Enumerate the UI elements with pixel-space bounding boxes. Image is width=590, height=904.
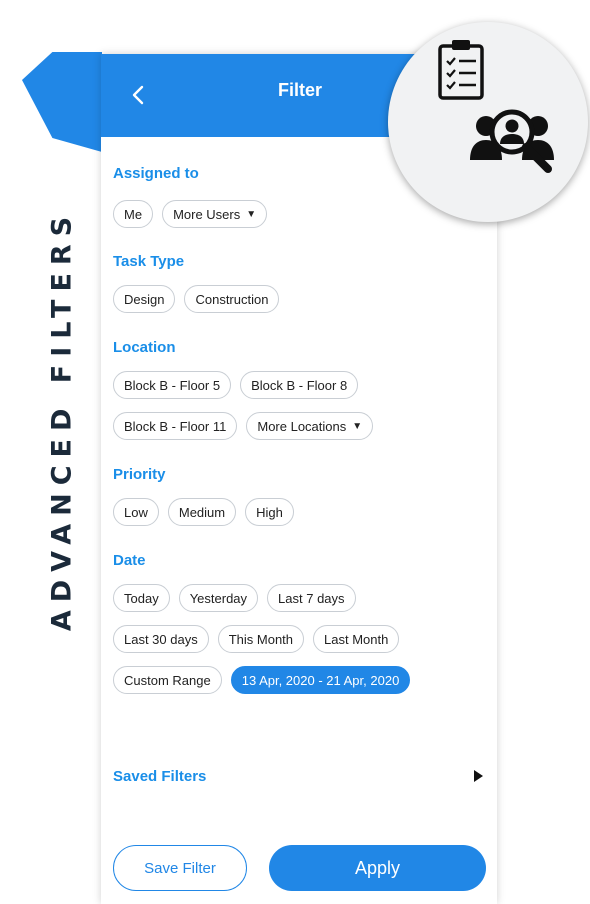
task-type-label: Task Type (113, 253, 185, 270)
chip-selected-date-range[interactable]: 13 Apr, 2020 - 21 Apr, 2020 (230, 666, 411, 694)
caret-down-icon: ▼ (352, 420, 363, 432)
task-type-chips: Design Construction (113, 285, 280, 313)
priority-label: Priority (113, 466, 166, 483)
chip-construction[interactable]: Construction (184, 285, 280, 313)
chip-more-locations-label: More Locations (257, 418, 347, 434)
chip-design[interactable]: Design (113, 285, 176, 313)
priority-chips: Low Medium High (113, 498, 294, 526)
chip-custom-range[interactable]: Custom Range (113, 666, 222, 694)
assigned-to-chips: Me More Users ▼ (113, 200, 268, 228)
ribbon-decoration (22, 52, 102, 152)
arrow-right-icon (474, 770, 483, 782)
location-chips-row-1: Block B - Floor 5 Block B - Floor 8 (113, 371, 359, 399)
chip-last-30-days[interactable]: Last 30 days (113, 625, 209, 653)
chip-last-7-days[interactable]: Last 7 days (267, 584, 356, 612)
date-chips-row-1: Today Yesterday Last 7 days (113, 584, 356, 612)
location-chips-row-2: Block B - Floor 11 More Locations ▼ (113, 412, 374, 440)
date-chips-row-2: Last 30 days This Month Last Month (113, 625, 400, 653)
caret-down-icon: ▼ (246, 208, 257, 220)
saved-filters-label: Saved Filters (113, 767, 207, 785)
chip-last-month[interactable]: Last Month (313, 625, 400, 653)
chip-me[interactable]: Me (113, 200, 154, 228)
assigned-to-label: Assigned to (113, 165, 199, 182)
side-title: ADVANCED FILTERS (46, 208, 78, 632)
chip-high[interactable]: High (245, 498, 294, 526)
chip-more-users[interactable]: More Users ▼ (162, 200, 268, 228)
feature-icon-circle (388, 22, 588, 222)
chip-this-month[interactable]: This Month (217, 625, 305, 653)
save-filter-button[interactable]: Save Filter (113, 845, 247, 891)
clipboard-checklist-icon (438, 40, 554, 173)
chip-today[interactable]: Today (113, 584, 170, 612)
saved-filters-row[interactable]: Saved Filters (113, 766, 485, 786)
chip-more-locations[interactable]: More Locations ▼ (246, 412, 374, 440)
chip-block-b-floor-11[interactable]: Block B - Floor 11 (113, 412, 238, 440)
apply-button[interactable]: Apply (269, 845, 486, 891)
chip-more-users-label: More Users (173, 206, 241, 222)
chip-block-b-floor-8[interactable]: Block B - Floor 8 (240, 371, 359, 399)
chip-yesterday[interactable]: Yesterday (178, 584, 259, 612)
chip-low[interactable]: Low (113, 498, 159, 526)
date-chips-row-3: Custom Range 13 Apr, 2020 - 21 Apr, 2020 (113, 666, 411, 694)
chip-medium[interactable]: Medium (167, 498, 237, 526)
chip-block-b-floor-5[interactable]: Block B - Floor 5 (113, 371, 232, 399)
date-label: Date (113, 552, 146, 569)
location-label: Location (113, 339, 176, 356)
